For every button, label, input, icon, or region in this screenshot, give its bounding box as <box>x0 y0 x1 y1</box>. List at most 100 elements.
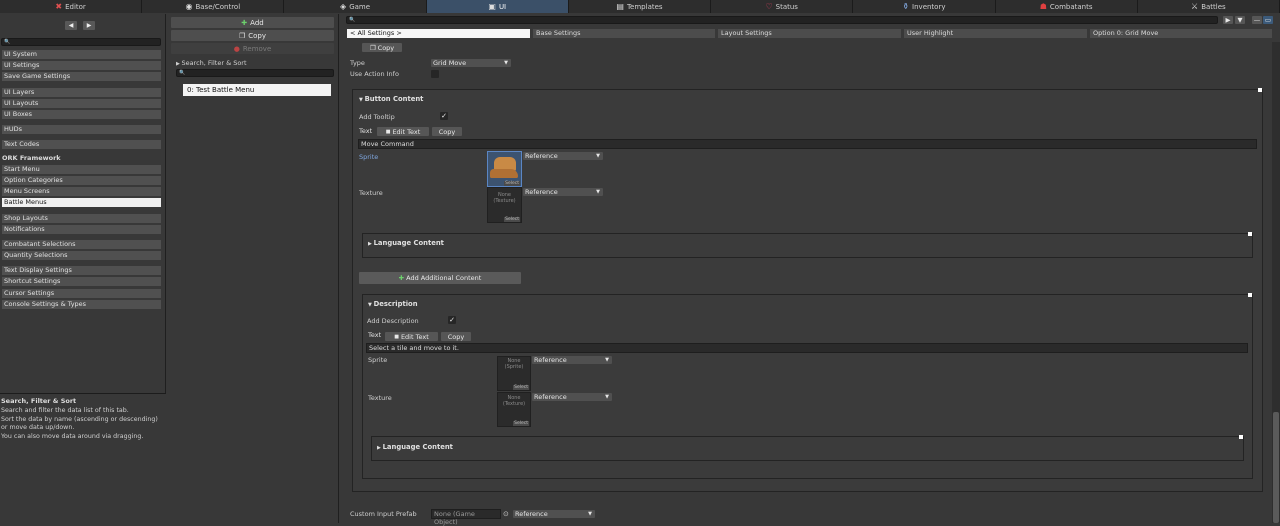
edit-icon: ■ <box>394 333 399 340</box>
button-content-foldout[interactable]: ▼ Button Content <box>359 95 423 105</box>
chevron-down-icon[interactable]: ▼ <box>1235 16 1245 24</box>
description-texture-mode-dropdown[interactable]: Reference ▼ <box>532 393 612 401</box>
sidebar-item[interactable]: UI Settings <box>2 61 161 70</box>
sidebar-item[interactable]: Shop Layouts <box>2 214 161 223</box>
target-icon[interactable]: ⊙ <box>503 510 509 518</box>
section-handle[interactable] <box>1258 88 1262 92</box>
sidebar-item[interactable]: Cursor Settings <box>2 289 161 298</box>
help-line: You can also move data around via draggi… <box>1 432 144 440</box>
tools-icon: ✖ <box>55 1 63 11</box>
description-sprite-mode-dropdown[interactable]: Reference ▼ <box>532 356 612 364</box>
sidebar-item[interactable]: Text Codes <box>2 140 161 149</box>
window-icon: ▣ <box>488 1 496 11</box>
chevron-down-icon: ▼ <box>605 357 609 363</box>
texture-slot[interactable]: None (Texture) Select <box>487 187 522 223</box>
sidebar-item[interactable]: UI Layouts <box>2 99 161 108</box>
copy-text-button[interactable]: Copy <box>432 127 462 136</box>
add-additional-content-button[interactable]: ✚ Add Additional Content <box>359 272 521 284</box>
expand-icon[interactable]: ▭ <box>1263 16 1273 24</box>
type-dropdown[interactable]: Grid Move ▼ <box>431 59 511 67</box>
section-tab[interactable]: Layout Settings <box>718 29 901 38</box>
description-edit-text-button[interactable]: ■ Edit Text <box>385 332 438 341</box>
combatant-icon: ☗ <box>1039 1 1047 11</box>
tab-combatants[interactable]: ☗ Combatants <box>995 0 1138 13</box>
add-tooltip-label: Add Tooltip <box>359 113 395 121</box>
description-texture-slot[interactable]: None (Texture) Select <box>497 392 531 427</box>
sidebar-item[interactable]: Shortcut Settings <box>2 277 161 286</box>
sidebar-item[interactable]: Menu Screens <box>2 187 161 196</box>
description-text-field[interactable]: Select a tile and move to it. <box>366 343 1248 353</box>
use-action-info-checkbox[interactable] <box>431 70 439 78</box>
editor-copy-button[interactable]: ❐ Copy <box>362 43 402 52</box>
sidebar-item[interactable]: Save Game Settings <box>2 72 161 81</box>
sidebar-item[interactable]: UI System <box>2 50 161 59</box>
potion-icon: ⚱ <box>902 1 910 11</box>
tab-game[interactable]: ◈ Game <box>284 0 427 13</box>
tab-ui[interactable]: ▣ UI <box>426 0 569 13</box>
boot-sole <box>490 169 518 178</box>
add-tooltip-checkbox[interactable]: ✓ <box>440 112 448 120</box>
list-item[interactable]: 0: Test Battle Menu <box>183 84 331 96</box>
sidebar-item[interactable]: Battle Menus <box>2 198 161 207</box>
section-tab[interactable]: User Highlight <box>904 29 1087 38</box>
sprite-label: Sprite <box>359 153 379 161</box>
sidebar-search-input[interactable]: 🔍 <box>1 38 161 46</box>
top-tab-bar: ✖ Editor ◉ Base/Control ◈ Game ▣ UI ▤ Templates ♡ S… <box>0 0 1280 13</box>
collapse-icon[interactable]: — <box>1252 16 1262 24</box>
tab-base-control[interactable]: ◉ Base/Control <box>142 0 285 13</box>
add-button[interactable]: ✚ Add <box>171 17 334 28</box>
copy-button[interactable]: ❐ Copy <box>171 30 334 41</box>
button-text-field[interactable]: Move Command <box>358 139 1257 149</box>
scrollbar-thumb[interactable] <box>1273 412 1279 523</box>
list-search-input[interactable]: 🔍 <box>176 69 334 77</box>
prefab-mode-dropdown[interactable]: Reference ▼ <box>513 510 595 518</box>
tab-inventory[interactable]: ⚱ Inventory <box>853 0 996 13</box>
sidebar-item[interactable]: Option Categories <box>2 176 161 185</box>
sidebar-group-header: ORK Framework <box>2 154 61 162</box>
use-action-info-label: Use Action Info <box>350 70 399 78</box>
document-icon: ▤ <box>616 1 624 11</box>
section-tab[interactable]: Base Settings <box>533 29 715 38</box>
section-tab[interactable]: < All Settings > <box>347 29 530 38</box>
description-copy-button[interactable]: Copy <box>441 332 471 341</box>
sidebar-item[interactable]: Console Settings & Types <box>2 300 161 309</box>
section-handle[interactable] <box>1248 232 1252 236</box>
add-description-checkbox[interactable]: ✓ <box>448 316 456 324</box>
texture-label: Texture <box>359 189 383 197</box>
sidebar-item[interactable]: Combatant Selections <box>2 240 161 249</box>
texture-mode-dropdown[interactable]: Reference ▼ <box>523 188 603 196</box>
custom-input-prefab-field[interactable]: None (Game Object) <box>431 509 501 526</box>
forward-arrow-icon[interactable]: ▶ <box>83 21 95 30</box>
sprite-slot[interactable]: Select <box>487 151 522 187</box>
help-line: or move data up/down. <box>1 424 75 431</box>
tab-editor[interactable]: ✖ Editor <box>0 0 143 13</box>
remove-icon: ● <box>233 44 240 53</box>
help-text: Search and filter the data list of this … <box>1 407 158 441</box>
description-sprite-slot[interactable]: None (Sprite) Select <box>497 356 531 391</box>
remove-button[interactable]: ● Remove <box>171 43 334 54</box>
sidebar-item[interactable]: Start Menu <box>2 165 161 174</box>
sprite-mode-dropdown[interactable]: Reference ▼ <box>523 152 603 160</box>
language-content-foldout[interactable]: ▶ Language Content <box>368 239 444 249</box>
search-filter-foldout[interactable]: ▶ Search, Filter & Sort <box>176 59 247 67</box>
sidebar-item[interactable]: HUDs <box>2 125 161 134</box>
tab-templates[interactable]: ▤ Templates <box>568 0 712 13</box>
sidebar-item[interactable]: UI Boxes <box>2 110 161 119</box>
sidebar-item[interactable]: UI Layers <box>2 88 161 97</box>
tab-battles[interactable]: ⚔ Battles <box>1137 0 1280 13</box>
sidebar-item[interactable]: Notifications <box>2 225 161 234</box>
sidebar-item[interactable]: Quantity Selections <box>2 251 161 260</box>
section-handle[interactable] <box>1248 293 1252 297</box>
play-icon[interactable]: ▶ <box>1223 16 1233 24</box>
help-line: Sort the data by name (ascending or desc… <box>1 415 158 423</box>
description-foldout[interactable]: ▼ Description <box>368 300 418 310</box>
section-handle[interactable] <box>1239 435 1243 439</box>
edit-text-button[interactable]: ■ Edit Text <box>377 127 429 136</box>
edit-icon: ■ <box>385 128 391 135</box>
description-language-content-foldout[interactable]: ▶ Language Content <box>377 443 453 453</box>
tab-status[interactable]: ♡ Status <box>711 0 854 13</box>
section-tab[interactable]: Option 0: Grid Move <box>1090 29 1272 38</box>
editor-search-input[interactable]: 🔍 <box>346 16 1218 24</box>
sidebar-item[interactable]: Text Display Settings <box>2 266 161 275</box>
back-arrow-icon[interactable]: ◀ <box>65 21 77 30</box>
